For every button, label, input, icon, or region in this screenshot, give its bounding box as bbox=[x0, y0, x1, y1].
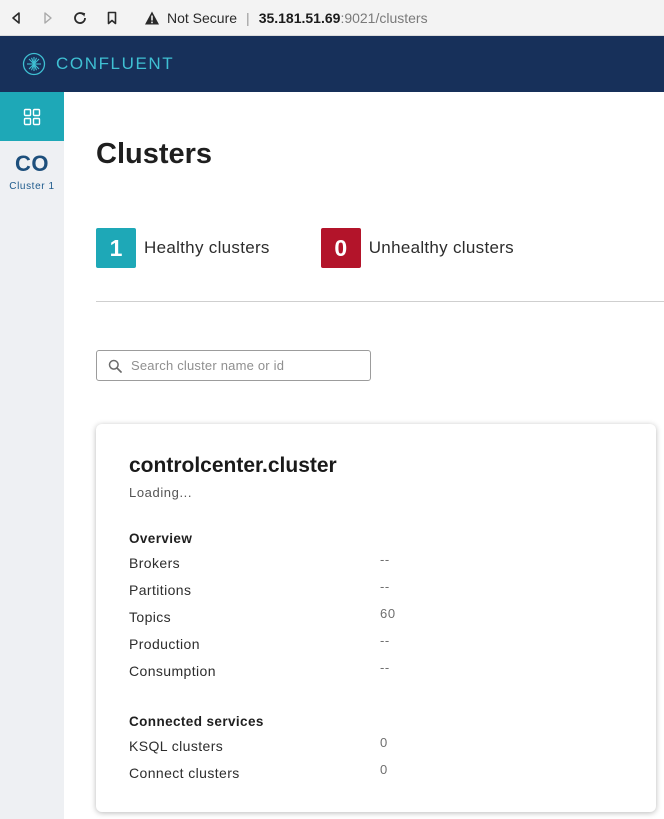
metric-value: 60 bbox=[380, 606, 396, 621]
main-content: Clusters 1 Healthy clusters 0 Unhealthy … bbox=[64, 92, 664, 819]
security-label: Not Secure bbox=[167, 9, 238, 26]
connected-services-section: Connected services KSQL clusters 0 Connec… bbox=[129, 714, 629, 792]
cluster-card[interactable]: controlcenter.cluster Loading... Overvie… bbox=[96, 424, 656, 812]
metric-row: Topics 60 bbox=[129, 606, 629, 636]
unhealthy-clusters[interactable]: 0 Unhealthy clusters bbox=[320, 228, 514, 268]
metric-label: Consumption bbox=[129, 663, 216, 679]
address-bar[interactable]: Not Secure | 35.181.51.69:9021/clusters bbox=[144, 10, 428, 26]
service-label: KSQL clusters bbox=[129, 738, 224, 754]
overview-section: Overview Brokers -- Partitions -- Topics 60… bbox=[129, 531, 629, 690]
warning-icon bbox=[145, 11, 159, 24]
cluster-card-title[interactable]: controlcenter.cluster bbox=[129, 454, 337, 478]
reload-icon bbox=[74, 11, 86, 24]
healthy-label: Healthy clusters bbox=[144, 238, 270, 257]
metric-label: Production bbox=[129, 636, 200, 652]
metric-value: -- bbox=[380, 660, 390, 675]
reload-button[interactable] bbox=[64, 0, 96, 36]
metric-value: -- bbox=[380, 579, 390, 594]
service-value: 0 bbox=[380, 762, 388, 777]
back-button[interactable] bbox=[0, 0, 32, 36]
app-header: CONFLUENT bbox=[0, 36, 664, 92]
all-clusters-button[interactable] bbox=[0, 92, 64, 141]
service-row: KSQL clusters 0 bbox=[129, 735, 629, 765]
browser-toolbar: Not Secure | 35.181.51.69:9021/clusters bbox=[0, 0, 664, 36]
metric-row: Production -- bbox=[129, 633, 629, 663]
back-icon bbox=[12, 11, 20, 24]
search-input[interactable] bbox=[131, 358, 361, 373]
connected-services-heading: Connected services bbox=[129, 714, 264, 729]
cluster-health-summary: 1 Healthy clusters 0 Unhealthy clusters bbox=[96, 228, 514, 268]
brand-name: CONFLUENT bbox=[56, 54, 175, 73]
cluster-abbreviation: CO bbox=[15, 151, 49, 176]
unhealthy-count-badge: 0 bbox=[320, 228, 361, 268]
metric-label: Brokers bbox=[129, 555, 181, 571]
unhealthy-label: Unhealthy clusters bbox=[368, 238, 514, 257]
forward-icon bbox=[44, 11, 52, 24]
healthy-clusters[interactable]: 1 Healthy clusters bbox=[96, 228, 270, 268]
overview-heading: Overview bbox=[129, 531, 193, 546]
divider bbox=[96, 301, 664, 302]
healthy-count-badge: 1 bbox=[96, 228, 136, 268]
grid-icon bbox=[23, 108, 41, 125]
metric-value: -- bbox=[380, 552, 390, 567]
metric-row: Brokers -- bbox=[129, 552, 629, 582]
cluster-name: Cluster 1 bbox=[9, 181, 55, 192]
url-path: :9021/clusters bbox=[340, 9, 428, 26]
url-separator: | bbox=[246, 9, 250, 26]
metric-label: Partitions bbox=[129, 582, 192, 598]
service-label: Connect clusters bbox=[129, 765, 240, 781]
metric-value: -- bbox=[380, 633, 390, 648]
metric-row: Partitions -- bbox=[129, 579, 629, 609]
confluent-logo-icon[interactable] bbox=[22, 52, 46, 76]
bookmark-icon bbox=[107, 11, 117, 24]
search-box[interactable] bbox=[96, 350, 371, 381]
page-title: Clusters bbox=[96, 138, 213, 170]
metric-row: Consumption -- bbox=[129, 660, 629, 690]
metric-label: Topics bbox=[129, 609, 172, 625]
service-value: 0 bbox=[380, 735, 388, 750]
sidebar: CO Cluster 1 bbox=[0, 92, 64, 819]
forward-button[interactable] bbox=[32, 0, 64, 36]
url-host: 35.181.51.69 bbox=[258, 9, 341, 26]
cluster-card-status: Loading... bbox=[129, 485, 193, 500]
search-icon bbox=[108, 359, 122, 373]
sidebar-cluster-item[interactable]: CO Cluster 1 bbox=[0, 151, 64, 192]
service-row: Connect clusters 0 bbox=[129, 762, 629, 792]
bookmark-button[interactable] bbox=[96, 0, 128, 36]
